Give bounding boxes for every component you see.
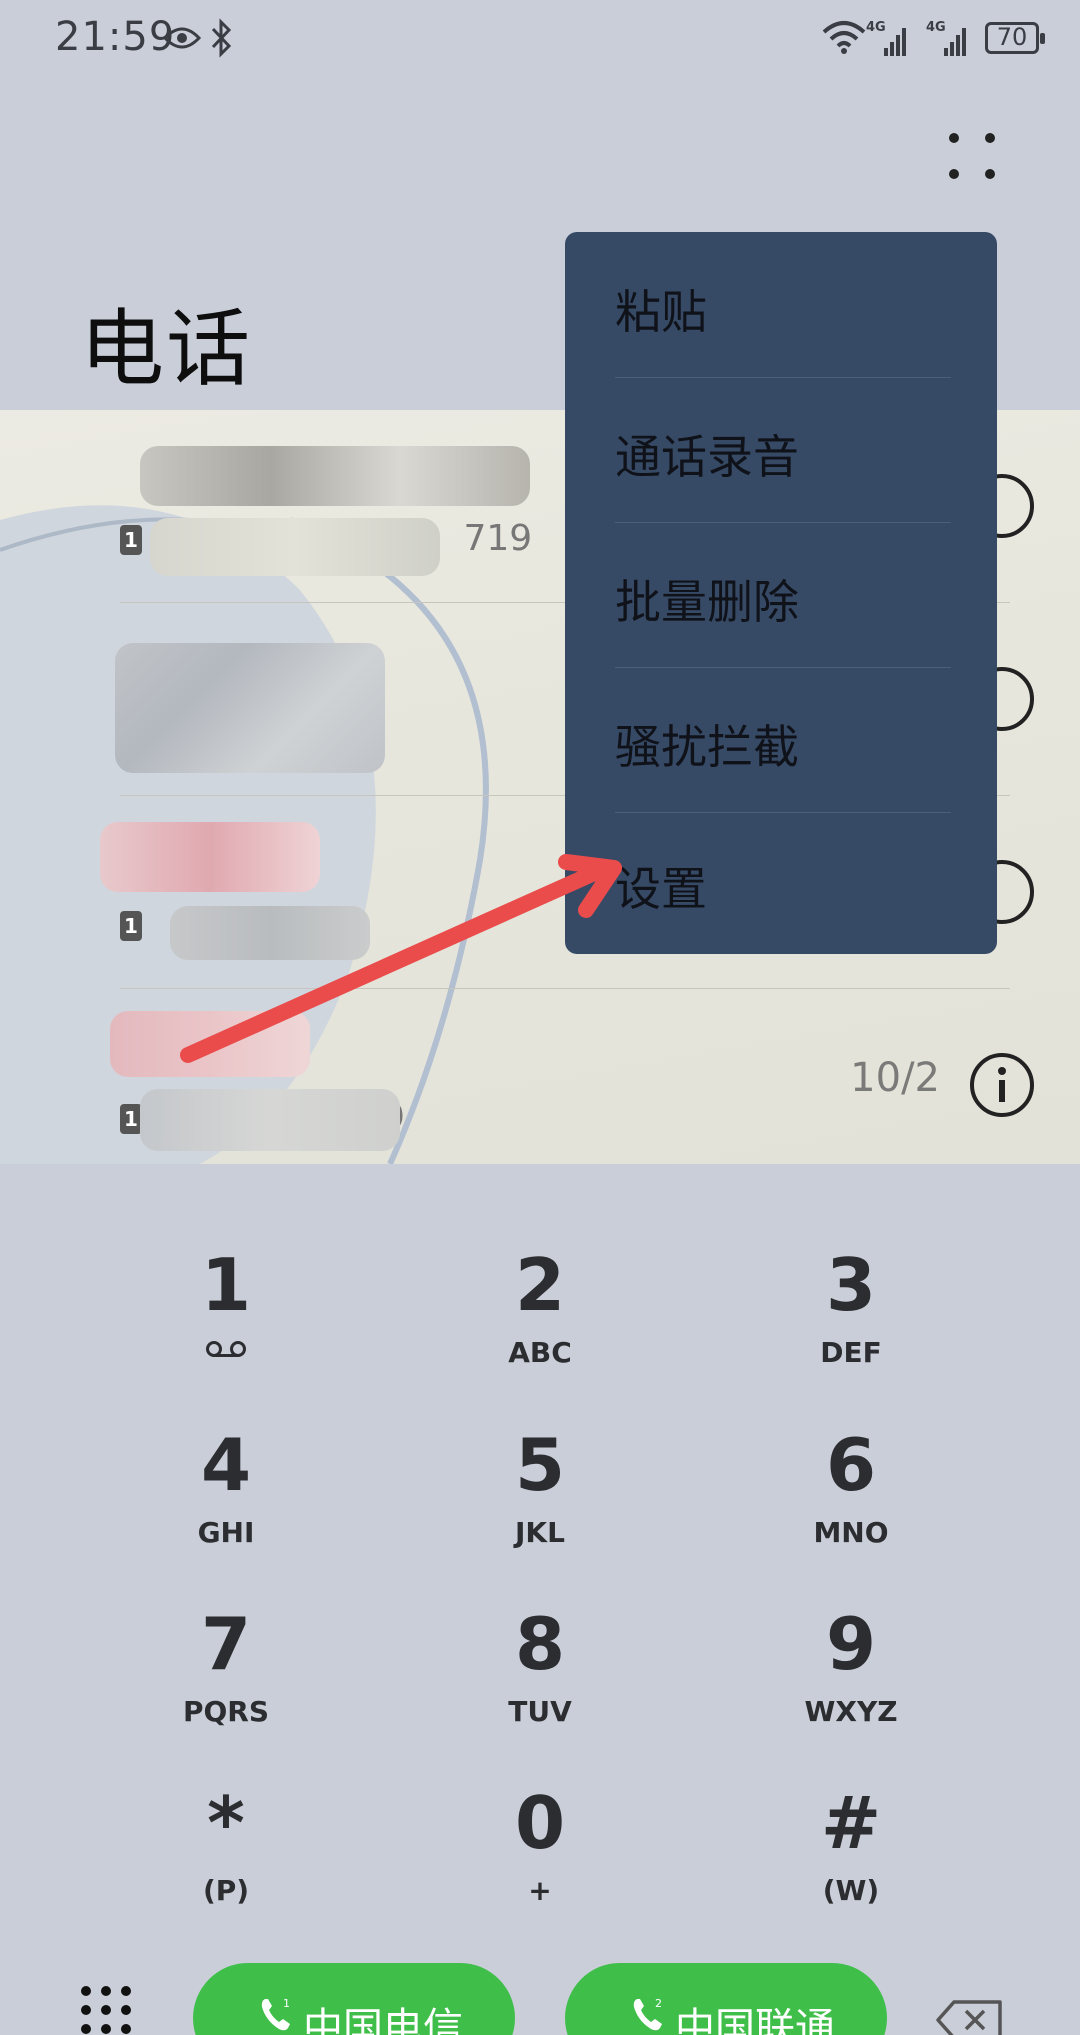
sim-badge: 1: [120, 1104, 142, 1134]
phone-sim1-icon: 1: [261, 1997, 290, 2031]
battery-icon: 70: [985, 22, 1045, 54]
key-digit: 1: [200, 1243, 252, 1327]
eye-icon: [163, 27, 201, 49]
signal-sim2-icon: 4G: [926, 18, 970, 58]
key-letters: (P): [202, 1874, 250, 1907]
menu-item-paste[interactable]: 粘贴: [565, 232, 997, 377]
menu-item-label: 骚扰拦截: [615, 720, 799, 774]
menu-item-spam-blocking[interactable]: 骚扰拦截: [565, 667, 997, 812]
key-digit: 4: [200, 1423, 252, 1507]
key-digit: 2: [514, 1243, 566, 1327]
more-options-icon[interactable]: [946, 130, 998, 182]
menu-item-label: 粘贴: [615, 285, 707, 339]
dial-key-6[interactable]: 6 MNO: [751, 1420, 951, 1580]
redacted-name: [115, 643, 385, 773]
dial-key-9[interactable]: 9 WXYZ: [751, 1599, 951, 1759]
call-log-row[interactable]: 1 9139 10/2: [110, 989, 1034, 1164]
call-sim2-button[interactable]: 2 中国联通: [565, 1963, 887, 2035]
key-letters: (W): [822, 1874, 880, 1907]
dial-key-4[interactable]: 4 GHI: [126, 1420, 326, 1580]
status-time: 21:59: [55, 14, 176, 60]
key-letters: JKL: [515, 1516, 565, 1549]
key-digit: 3: [825, 1243, 877, 1327]
call-sim2-label: 中国联通: [675, 2005, 835, 2035]
sim-badge: 1: [120, 911, 142, 941]
key-digit: #: [820, 1781, 882, 1865]
call-sim1-button[interactable]: 1 中国电信: [193, 1963, 515, 2035]
menu-item-label: 批量删除: [615, 575, 799, 629]
key-letters: GHI: [197, 1516, 255, 1549]
menu-item-settings[interactable]: 设置: [565, 809, 997, 954]
key-digit: 6: [825, 1423, 877, 1507]
menu-item-label: 通话录音: [615, 430, 799, 484]
dialpad: 1 2 ABC 3 DEF 4 GHI 5 JKL 6 MNO 7 PQRS 8…: [0, 1180, 1080, 1907]
voicemail-icon: [206, 1341, 246, 1357]
dial-key-3[interactable]: 3 DEF: [751, 1240, 951, 1400]
menu-item-label: 设置: [615, 862, 707, 916]
network-type-sim1: 4G: [866, 20, 886, 35]
dial-key-7[interactable]: 7 PQRS: [126, 1599, 326, 1759]
menu-item-batch-delete[interactable]: 批量删除: [565, 522, 997, 667]
key-digit: *: [207, 1781, 245, 1865]
dial-key-5[interactable]: 5 JKL: [440, 1420, 640, 1580]
key-digit: 9: [825, 1602, 877, 1686]
redacted-name: [110, 1011, 310, 1077]
dial-key-hash[interactable]: # (W): [751, 1778, 951, 1938]
dial-key-8[interactable]: 8 TUV: [440, 1599, 640, 1759]
dial-key-2[interactable]: 2 ABC: [440, 1240, 640, 1400]
redacted-number: [140, 1089, 400, 1151]
overflow-menu: 粘贴 通话录音 批量删除 骚扰拦截 设置: [565, 232, 997, 954]
bluetooth-icon: [211, 18, 232, 58]
key-digit: 0: [514, 1781, 566, 1865]
redacted-number: [170, 906, 370, 960]
key-letters: TUV: [508, 1695, 572, 1728]
sim-badge: 1: [120, 525, 142, 555]
signal-sim1-icon: 4G: [866, 18, 910, 58]
key-letters: DEF: [820, 1336, 882, 1369]
dial-key-0[interactable]: 0 +: [440, 1778, 640, 1938]
info-icon[interactable]: [968, 1051, 1036, 1119]
key-letters: PQRS: [182, 1695, 270, 1728]
dialpad-toggle-icon[interactable]: [80, 1985, 132, 2035]
key-digit: 5: [514, 1423, 566, 1507]
redacted-number: [150, 518, 440, 576]
call-sim1-label: 中国电信: [303, 2005, 463, 2035]
network-type-sim2: 4G: [926, 20, 946, 35]
key-digit: 8: [514, 1602, 566, 1686]
call-date: 10/2: [850, 1055, 940, 1101]
phone-sim2-icon: 2: [633, 1997, 662, 2031]
wifi-icon: [822, 21, 866, 54]
menu-item-call-recording[interactable]: 通话录音: [565, 377, 997, 522]
key-letters: ABC: [508, 1336, 572, 1369]
svg-text:1: 1: [283, 1997, 290, 2010]
redacted-name: [140, 446, 530, 506]
dial-key-star[interactable]: * (P): [126, 1778, 326, 1938]
key-letters: MNO: [813, 1516, 889, 1549]
status-bar: 21:59 4G 4G 70: [0, 0, 1080, 80]
redacted-name: [100, 822, 320, 892]
key-digit: 7: [200, 1602, 252, 1686]
dial-key-1[interactable]: 1: [126, 1240, 326, 1400]
key-letters: +: [528, 1874, 552, 1907]
key-letters: WXYZ: [804, 1695, 898, 1728]
backspace-icon[interactable]: [936, 2000, 1004, 2035]
battery-level: 70: [996, 23, 1028, 51]
page-title: 电话: [80, 300, 253, 398]
svg-text:2: 2: [655, 1997, 662, 2010]
